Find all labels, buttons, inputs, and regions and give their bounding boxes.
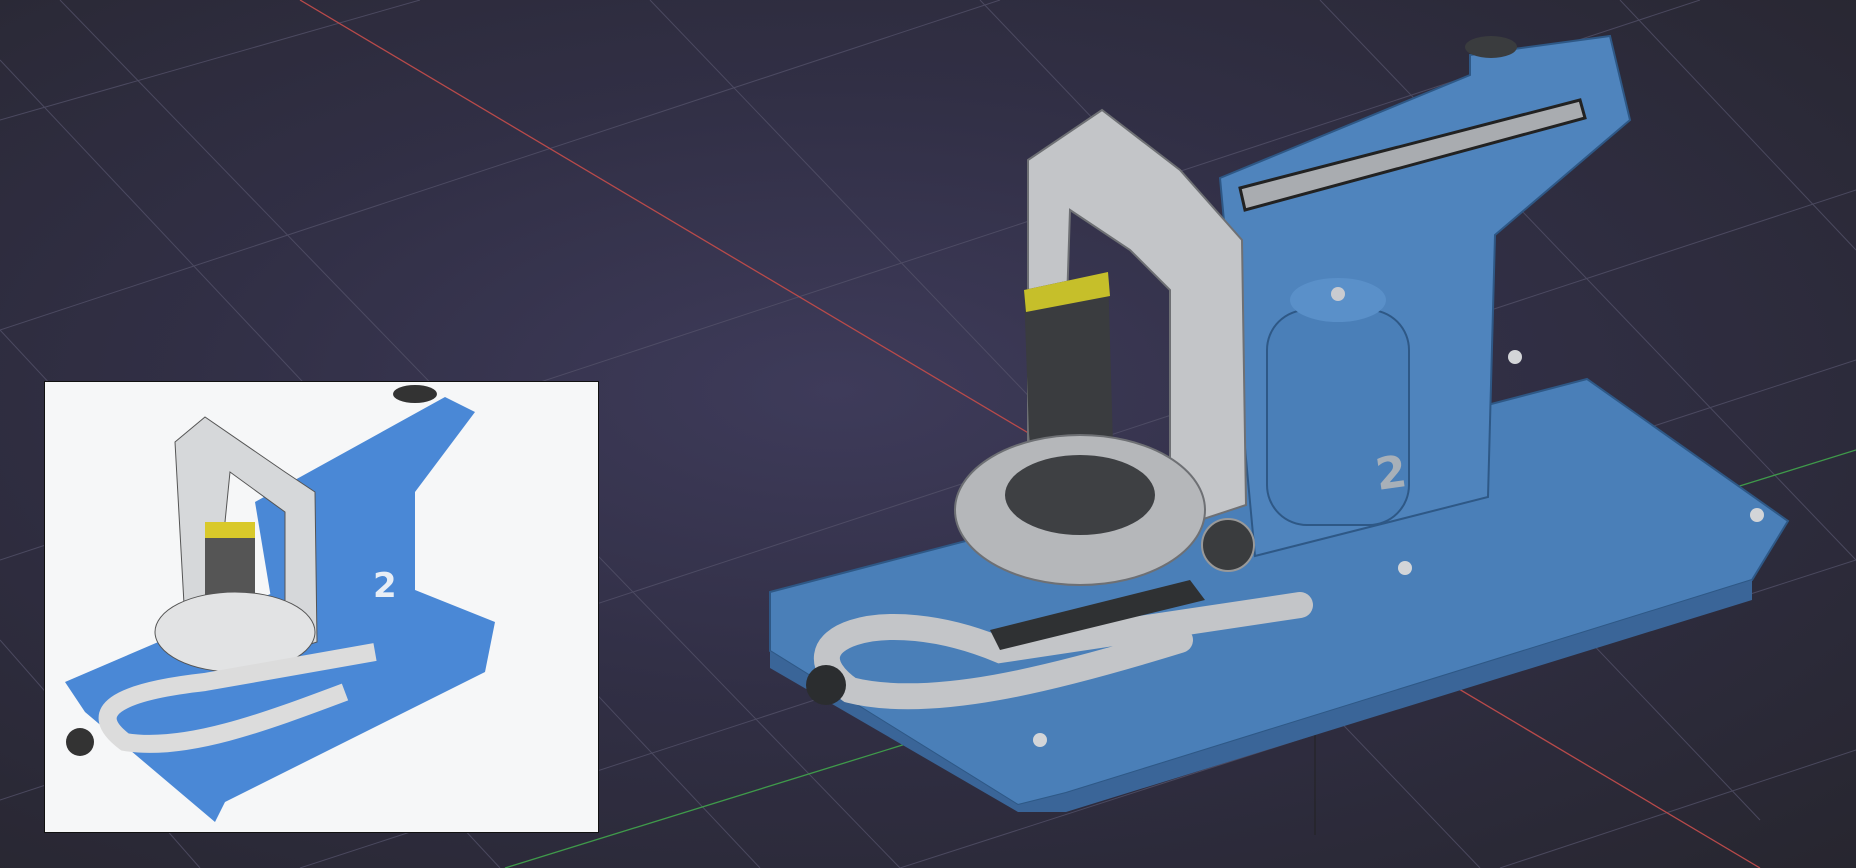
top-screw-knob[interactable] — [1465, 36, 1517, 58]
turntable-inner — [1005, 455, 1155, 535]
adjust-knob[interactable] — [1201, 518, 1255, 572]
screw — [1750, 508, 1764, 522]
front-knob[interactable] — [806, 665, 846, 705]
model[interactable]: 2 — [769, 34, 1790, 812]
screw — [1398, 561, 1412, 575]
screw — [1033, 733, 1047, 747]
reference-image: 2 — [44, 381, 599, 833]
reference-drawing: 2 — [65, 385, 495, 822]
reference-number-label: 2 — [373, 566, 397, 606]
motor-cylinder: 2 — [1266, 278, 1410, 526]
3d-viewport[interactable]: 2 2 — [0, 0, 1856, 868]
screw — [1508, 350, 1522, 364]
